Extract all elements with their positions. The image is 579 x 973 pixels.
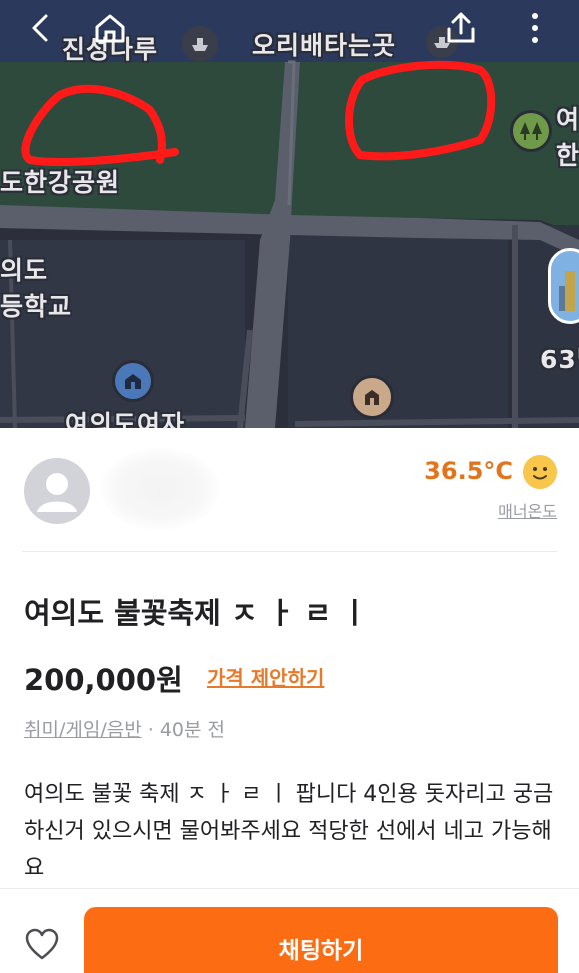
landmark-photo-icon [548, 248, 579, 324]
price-offer-link[interactable]: 가격 제안하기 [207, 662, 324, 691]
building-icon [350, 375, 394, 419]
location-map[interactable]: 진성나루 오리배타는곳 도한강공원 의도 등학교 여의도여자 여 한 63빌 [0, 0, 579, 428]
ship-icon [182, 26, 218, 62]
map-label-school-1: 의도 [0, 256, 49, 285]
share-icon [447, 12, 475, 43]
heart-icon [25, 928, 59, 960]
divider [22, 551, 557, 552]
listing-meta: 취미/게임/음반 · 40분 전 [24, 715, 225, 742]
park-icon [510, 110, 552, 152]
time-ago: · 40분 전 [147, 719, 225, 741]
back-button[interactable] [20, 8, 60, 48]
manner-temperature: 36.5°C [424, 457, 513, 485]
map-label-right-top-2: 한 [556, 141, 579, 170]
map-label-park: 도한강공원 [0, 168, 121, 197]
map-label-girls-school: 여의도여자 [65, 410, 186, 428]
avatar[interactable] [24, 458, 90, 524]
like-button[interactable] [24, 928, 60, 962]
listing-title: 여의도 불꽃축제 ㅈ ㅏ ㄹ ㅣ [24, 596, 368, 630]
share-button[interactable] [441, 8, 481, 48]
home-icon [95, 14, 125, 43]
category-link[interactable]: 취미/게임/음반 [24, 719, 142, 741]
listing-description: 여의도 불꽃 축제 ㅈ ㅏ ㄹ ㅣ 팝니다 4인용 돗자리고 궁금하신거 있으시… [24, 782, 554, 881]
more-vertical-icon [532, 13, 538, 43]
seller-name-blurred [100, 448, 220, 530]
map-label-right-top: 여 [556, 105, 579, 134]
map-label-school-2: 등학교 [0, 292, 73, 321]
chat-button[interactable]: 채팅하기 [84, 907, 558, 973]
default-avatar-icon [37, 473, 77, 512]
school-icon [112, 360, 154, 402]
smile-face-icon [523, 455, 557, 489]
map-label-tower: 63빌 [540, 345, 579, 374]
listing-price: 200,000원 [24, 663, 183, 697]
home-button[interactable] [90, 8, 130, 48]
manner-temperature-link[interactable]: 매너온도 [498, 498, 557, 522]
more-button[interactable] [515, 8, 555, 48]
chevron-left-icon [32, 14, 48, 42]
map-label-duck-boat: 오리배타는곳 [252, 31, 397, 60]
